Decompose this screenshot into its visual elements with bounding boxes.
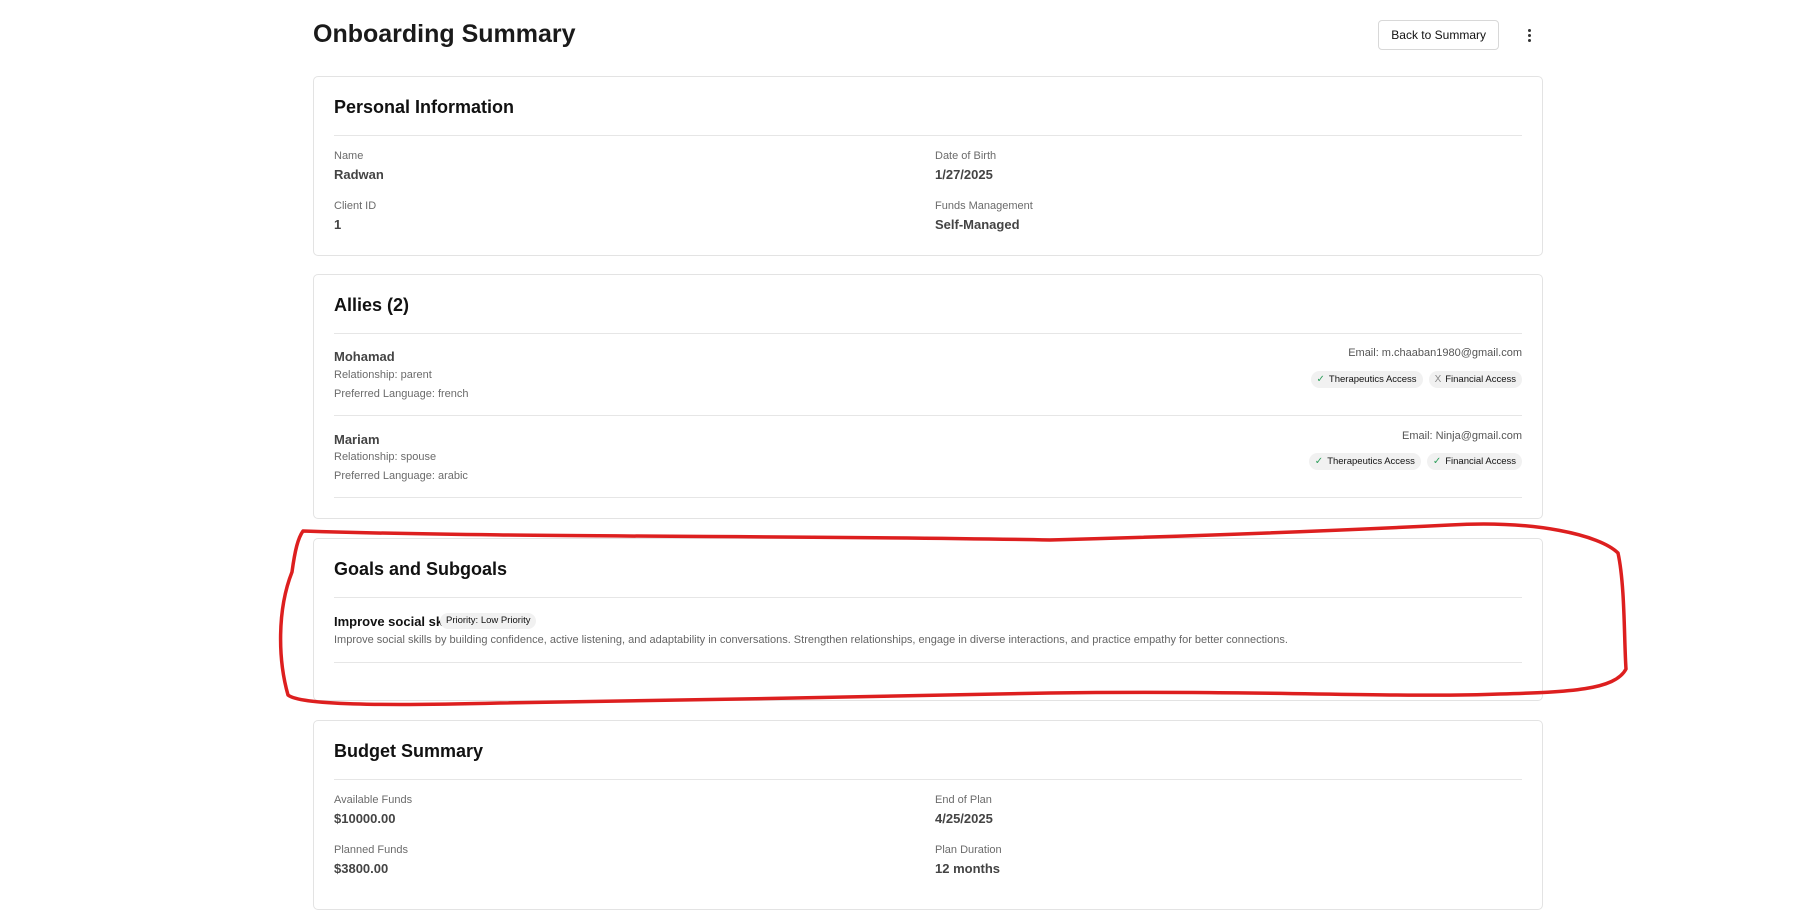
plan-duration-value: 12 months bbox=[935, 861, 1001, 876]
client-id-value: 1 bbox=[334, 217, 342, 232]
goal-description: Improve social skills by building confid… bbox=[334, 634, 1288, 646]
ally-relationship: Relationship: parent bbox=[334, 369, 432, 381]
badge-label: Financial Access bbox=[1445, 456, 1516, 467]
ally-email: Email: Ninja@gmail.com bbox=[1402, 430, 1522, 442]
back-to-summary-button[interactable]: Back to Summary bbox=[1378, 20, 1499, 50]
onboarding-summary-page: Onboarding Summary Back to Summary Perso… bbox=[313, 0, 1543, 910]
budget-summary-card: Budget Summary Available Funds $10000.00… bbox=[313, 720, 1543, 910]
client-id-label: Client ID bbox=[334, 200, 377, 212]
financial-access-badge: ✓ Financial Access bbox=[1426, 453, 1522, 470]
priority-badge: Priority: Low Priority bbox=[440, 613, 537, 629]
badge-label: Financial Access bbox=[1445, 374, 1516, 385]
ally-name: Mariam bbox=[334, 432, 380, 447]
more-vertical-icon[interactable] bbox=[1515, 20, 1543, 50]
budget-summary-title: Budget Summary bbox=[334, 741, 484, 761]
name-value: Radwan bbox=[334, 167, 384, 182]
ally-language: Preferred Language: arabic bbox=[334, 470, 468, 482]
personal-information-card: Personal Information Name Radwan Date of… bbox=[313, 76, 1543, 256]
row-divider bbox=[334, 662, 1522, 663]
allies-card: Allies (2) Mohamad Relationship: parent … bbox=[313, 274, 1543, 519]
section-divider bbox=[334, 333, 1522, 334]
funds-management-value: Self-Managed bbox=[935, 217, 1020, 232]
available-funds-label: Available Funds bbox=[334, 794, 413, 806]
allies-title: Allies (2) bbox=[334, 295, 410, 315]
check-icon: ✓ bbox=[1432, 456, 1442, 467]
financial-access-badge: X Financial Access bbox=[1428, 371, 1522, 388]
name-label: Name bbox=[334, 150, 364, 162]
plan-duration-label: Plan Duration bbox=[935, 844, 1002, 856]
row-divider bbox=[334, 415, 1522, 416]
page-title: Onboarding Summary bbox=[313, 20, 576, 48]
therapeutics-access-badge: ✓ Therapeutics Access bbox=[1310, 371, 1423, 388]
funds-management-label: Funds Management bbox=[935, 200, 1033, 212]
ally-name: Mohamad bbox=[334, 349, 395, 364]
ally-email: Email: m.chaaban1980@gmail.com bbox=[1348, 347, 1522, 359]
planned-funds-label: Planned Funds bbox=[334, 844, 408, 856]
end-of-plan-label: End of Plan bbox=[935, 794, 992, 806]
planned-funds-value: $3800.00 bbox=[334, 861, 389, 876]
ally-relationship: Relationship: spouse bbox=[334, 451, 437, 463]
badge-label: Therapeutics Access bbox=[1328, 374, 1417, 385]
page-header: Onboarding Summary Back to Summary bbox=[313, 0, 1543, 72]
available-funds-value: $10000.00 bbox=[334, 811, 396, 826]
section-divider bbox=[334, 135, 1522, 136]
goals-card: Goals and Subgoals Improve social skills… bbox=[313, 538, 1543, 701]
therapeutics-access-badge: ✓ Therapeutics Access bbox=[1308, 453, 1421, 470]
dob-value: 1/27/2025 bbox=[935, 167, 993, 182]
ally-access-badges: ✓ Therapeutics Access ✓ Financial Access bbox=[1308, 453, 1522, 470]
ally-access-badges: ✓ Therapeutics Access X Financial Access bbox=[1310, 371, 1522, 388]
check-icon: ✓ bbox=[1316, 374, 1325, 385]
ally-language: Preferred Language: french bbox=[334, 388, 469, 400]
x-icon: X bbox=[1434, 374, 1442, 385]
goals-title: Goals and Subgoals bbox=[334, 559, 508, 579]
section-divider bbox=[334, 597, 1522, 598]
section-divider bbox=[334, 779, 1522, 780]
personal-information-title: Personal Information bbox=[334, 97, 515, 117]
check-icon: ✓ bbox=[1314, 456, 1324, 467]
end-of-plan-value: 4/25/2025 bbox=[935, 811, 993, 826]
dob-label: Date of Birth bbox=[935, 150, 997, 162]
badge-label: Therapeutics Access bbox=[1327, 456, 1415, 467]
row-divider bbox=[334, 497, 1522, 498]
